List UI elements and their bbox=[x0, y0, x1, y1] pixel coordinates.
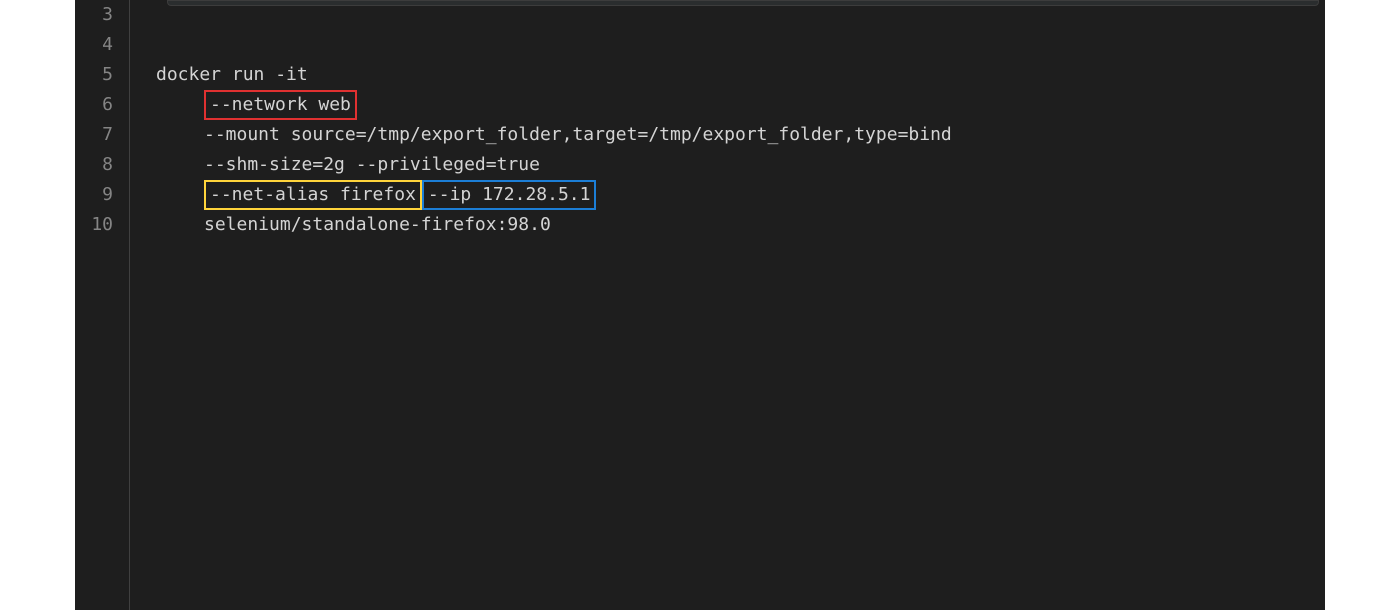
code-text: --mount source=/tmp/export_folder,target… bbox=[204, 124, 952, 145]
code-text: --shm-size=2g --privileged=true bbox=[204, 154, 540, 175]
highlight-ip-flag: --ip 172.28.5.1 bbox=[422, 180, 597, 210]
code-line-3[interactable] bbox=[156, 0, 1325, 30]
line-number: 4 bbox=[75, 30, 113, 60]
code-line-4[interactable] bbox=[156, 30, 1325, 60]
code-line-7[interactable]: --mount source=/tmp/export_folder,target… bbox=[156, 120, 1325, 150]
line-number: 9 bbox=[75, 180, 113, 210]
line-number: 8 bbox=[75, 150, 113, 180]
code-line-8[interactable]: --shm-size=2g --privileged=true bbox=[156, 150, 1325, 180]
line-number: 10 bbox=[75, 210, 113, 240]
code-text: selenium/standalone-firefox:98.0 bbox=[204, 214, 551, 235]
page-background: 3 4 5 6 7 8 9 10 docker run -it --networ… bbox=[0, 0, 1400, 610]
highlight-network-flag: --network web bbox=[204, 90, 357, 120]
code-line-5[interactable]: docker run -it bbox=[156, 60, 1325, 90]
line-number: 5 bbox=[75, 60, 113, 90]
code-line-6[interactable]: --network web bbox=[156, 90, 1325, 120]
line-number: 6 bbox=[75, 90, 113, 120]
code-content[interactable]: docker run -it --network web --mount sou… bbox=[129, 0, 1325, 610]
code-editor[interactable]: 3 4 5 6 7 8 9 10 docker run -it --networ… bbox=[75, 0, 1325, 610]
code-text: docker run -it bbox=[156, 64, 308, 85]
code-line-9[interactable]: --net-alias firefox--ip 172.28.5.1 bbox=[156, 180, 1325, 210]
code-line-10[interactable]: selenium/standalone-firefox:98.0 bbox=[156, 210, 1325, 240]
line-number-gutter: 3 4 5 6 7 8 9 10 bbox=[75, 0, 129, 610]
line-number: 7 bbox=[75, 120, 113, 150]
highlight-net-alias-flag: --net-alias firefox bbox=[204, 180, 422, 210]
line-number: 3 bbox=[75, 0, 113, 30]
